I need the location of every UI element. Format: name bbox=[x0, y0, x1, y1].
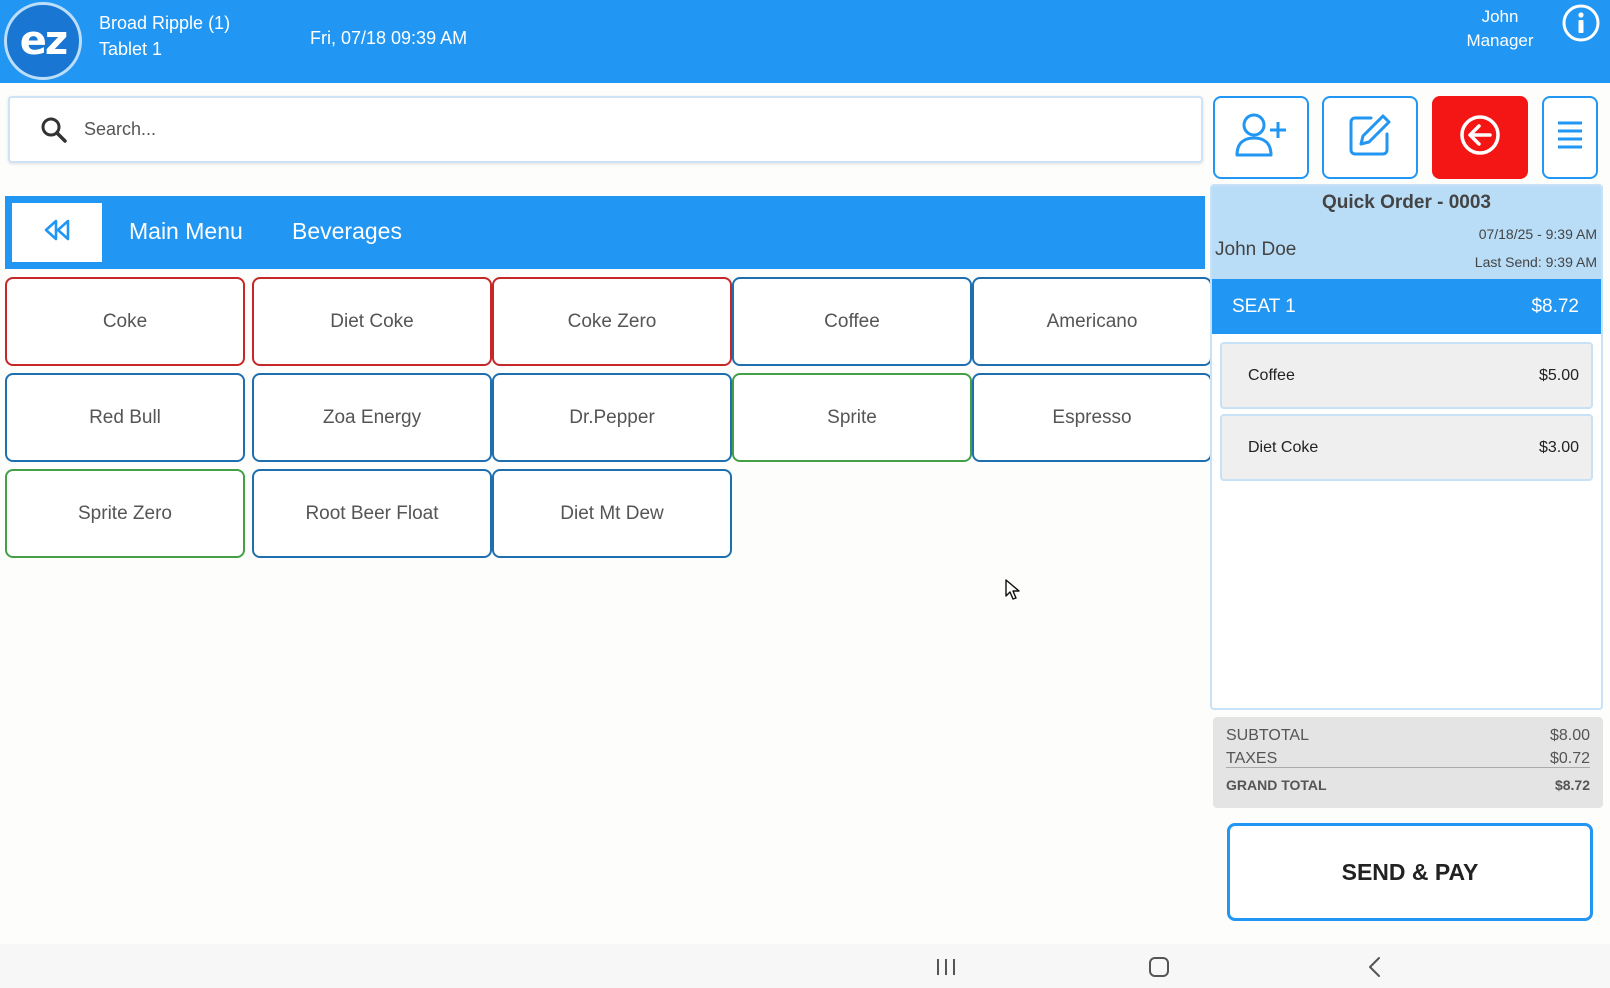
order-last-send: Last Send: 9:39 AM bbox=[1474, 254, 1597, 270]
grand-total-row: GRAND TOTAL $8.72 bbox=[1226, 777, 1590, 793]
taxes-label: TAXES bbox=[1226, 750, 1278, 767]
device-name: Tablet 1 bbox=[99, 39, 163, 59]
pos-screen: ez Broad Ripple (1) Tablet 1 Fri, 07/18 … bbox=[0, 0, 1610, 988]
breadcrumb-beverages[interactable]: Beverages bbox=[292, 218, 402, 245]
line-item-name: Diet Coke bbox=[1248, 439, 1319, 456]
order-customer[interactable]: John Doe bbox=[1215, 239, 1296, 261]
edit-icon bbox=[1347, 112, 1393, 163]
search-input[interactable] bbox=[84, 108, 1184, 150]
add-customer-icon bbox=[1234, 112, 1288, 163]
back-circle-icon bbox=[1459, 114, 1501, 161]
system-navigation-bar bbox=[0, 944, 1610, 988]
search-bar[interactable] bbox=[8, 96, 1203, 163]
order-totals: SUBTOTAL $8.00 TAXES $0.72 GRAND TOTAL $… bbox=[1213, 717, 1603, 808]
subtotal-value: $8.00 bbox=[1549, 727, 1590, 744]
home-icon[interactable] bbox=[1139, 952, 1179, 982]
menu-item-sprite-zero[interactable]: Sprite Zero bbox=[5, 469, 245, 558]
add-customer-button[interactable] bbox=[1213, 96, 1309, 179]
user-info[interactable]: John Manager bbox=[1440, 5, 1560, 53]
grand-total-value: $8.72 bbox=[1554, 777, 1590, 793]
edit-order-button[interactable] bbox=[1322, 96, 1418, 179]
menu-item-diet-mt-dew[interactable]: Diet Mt Dew bbox=[492, 469, 732, 558]
order-panel: Quick Order - 0003 John Doe 07/18/25 - 9… bbox=[1210, 184, 1603, 710]
exit-order-button[interactable] bbox=[1432, 96, 1528, 179]
menu-item-diet-coke[interactable]: Diet Coke bbox=[252, 277, 492, 366]
subtotal-row: SUBTOTAL $8.00 bbox=[1226, 727, 1590, 745]
seat-label: SEAT 1 bbox=[1232, 296, 1296, 317]
grand-total-label: GRAND TOTAL bbox=[1226, 777, 1327, 793]
menu-item-root-beer-float[interactable]: Root Beer Float bbox=[252, 469, 492, 558]
menu-item-coffee[interactable]: Coffee bbox=[732, 277, 972, 366]
seat-total: $8.72 bbox=[1531, 296, 1579, 317]
back-icon[interactable] bbox=[1355, 952, 1395, 982]
top-bar: ez Broad Ripple (1) Tablet 1 Fri, 07/18 … bbox=[0, 0, 1610, 83]
user-name: John bbox=[1481, 7, 1519, 26]
order-title: Quick Order - 0003 bbox=[1322, 192, 1491, 213]
current-datetime: Fri, 07/18 09:39 AM bbox=[310, 28, 468, 48]
taxes-value: $0.72 bbox=[1549, 750, 1590, 767]
menu-item-red-bull[interactable]: Red Bull bbox=[5, 373, 245, 462]
menu-item-zoa-energy[interactable]: Zoa Energy bbox=[252, 373, 492, 462]
order-header: Quick Order - 0003 John Doe 07/18/25 - 9… bbox=[1212, 186, 1601, 279]
menu-item-sprite[interactable]: Sprite bbox=[732, 373, 972, 462]
menu-item-espresso[interactable]: Espresso bbox=[972, 373, 1212, 462]
menu-icon bbox=[1556, 119, 1584, 156]
menu-item-americano[interactable]: Americano bbox=[972, 277, 1212, 366]
breadcrumb-main-menu[interactable]: Main Menu bbox=[129, 218, 243, 245]
info-icon[interactable] bbox=[1561, 3, 1601, 43]
menu-item-dr-pepper[interactable]: Dr.Pepper bbox=[492, 373, 732, 462]
rewind-icon bbox=[43, 219, 71, 246]
location-name: Broad Ripple (1) bbox=[99, 13, 231, 33]
line-item-price: $3.00 bbox=[1538, 439, 1579, 456]
menu-item-coke-zero[interactable]: Coke Zero bbox=[492, 277, 732, 366]
line-item-name: Coffee bbox=[1248, 367, 1295, 384]
order-date: 07/18/25 - 9:39 AM bbox=[1478, 226, 1597, 242]
order-line-item[interactable]: Coffee $5.00 bbox=[1220, 342, 1593, 409]
logo-text: ez bbox=[19, 18, 68, 64]
subtotal-label: SUBTOTAL bbox=[1226, 727, 1309, 744]
seat-row[interactable]: SEAT 1 $8.72 bbox=[1212, 279, 1601, 334]
recent-apps-icon[interactable] bbox=[926, 952, 966, 982]
category-bar: Main Menu Beverages bbox=[5, 196, 1205, 269]
line-item-price: $5.00 bbox=[1538, 367, 1579, 384]
send-and-pay-button[interactable]: SEND & PAY bbox=[1227, 823, 1593, 921]
mouse-cursor-icon bbox=[1005, 579, 1021, 601]
ez-logo: ez bbox=[4, 2, 82, 80]
menu-button[interactable] bbox=[1542, 96, 1598, 179]
user-role: Manager bbox=[1466, 31, 1534, 50]
category-back-button[interactable] bbox=[12, 203, 102, 262]
order-line-item[interactable]: Diet Coke $3.00 bbox=[1220, 414, 1593, 481]
menu-item-coke[interactable]: Coke bbox=[5, 277, 245, 366]
location-info: Broad Ripple (1) Tablet 1 bbox=[99, 10, 230, 62]
taxes-row: TAXES $0.72 bbox=[1226, 750, 1590, 768]
totals-divider bbox=[1226, 767, 1590, 768]
search-icon bbox=[40, 116, 68, 144]
